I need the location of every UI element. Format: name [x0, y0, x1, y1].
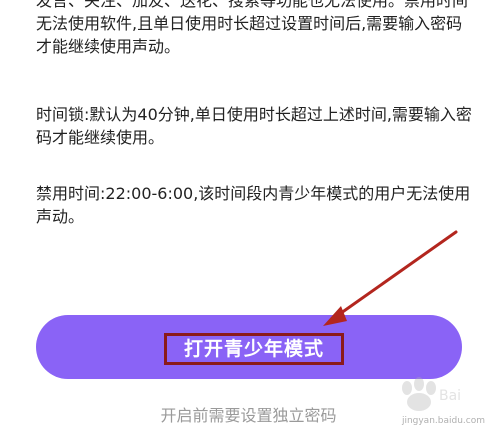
svg-text:Bai: Bai — [439, 388, 461, 404]
watermark-text: jingyan.baidu.com — [401, 416, 485, 426]
open-teen-mode-button[interactable] — [36, 315, 462, 379]
baidu-watermark-icon: Bai — [402, 377, 461, 411]
disabled-time-paragraph: 禁用时间:22:00-6:00,该时间段内青少年模式的用户无法使用声动。 — [36, 184, 471, 226]
teen-mode-screen: 发言、关注、加友、送花、搜索等功能也无法使用。禁用时间无法使用软件,且单日使用时… — [0, 0, 497, 430]
time-lock-paragraph: 时间锁:默认为40分钟,单日使用时长超过上述时间,需要输入密码才能继续使用。 — [36, 105, 472, 147]
description-paragraph: 发言、关注、加友、送花、搜索等功能也无法使用。禁用时间无法使用软件,且单日使用时… — [36, 0, 469, 56]
